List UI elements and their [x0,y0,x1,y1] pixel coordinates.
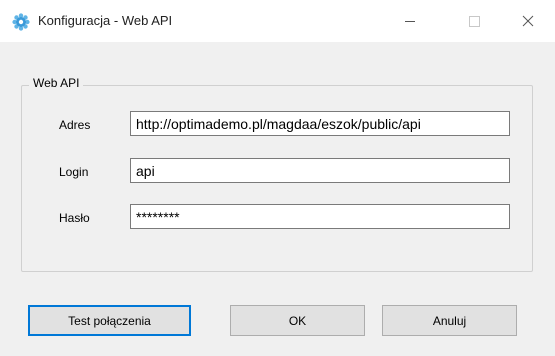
password-label: Hasło [59,211,90,225]
window-title: Konfiguracja - Web API [38,13,173,28]
close-button[interactable] [516,10,540,32]
login-label: Login [59,165,89,179]
cancel-button[interactable]: Anuluj [382,305,517,336]
address-input[interactable] [130,111,510,136]
groupbox-legend: Web API [29,76,84,90]
title-bar: Konfiguracja - Web API [0,0,555,42]
address-label: Adres [59,118,91,132]
minimize-button[interactable] [398,10,422,32]
test-connection-button[interactable]: Test połączenia [28,305,191,336]
maximize-icon [462,10,486,32]
close-icon [516,10,540,32]
gear-icon [12,13,30,31]
login-input[interactable] [130,158,510,183]
ok-button[interactable]: OK [230,305,365,336]
maximize-button[interactable] [462,10,486,32]
password-input[interactable] [130,204,510,229]
minimize-icon [398,10,422,32]
